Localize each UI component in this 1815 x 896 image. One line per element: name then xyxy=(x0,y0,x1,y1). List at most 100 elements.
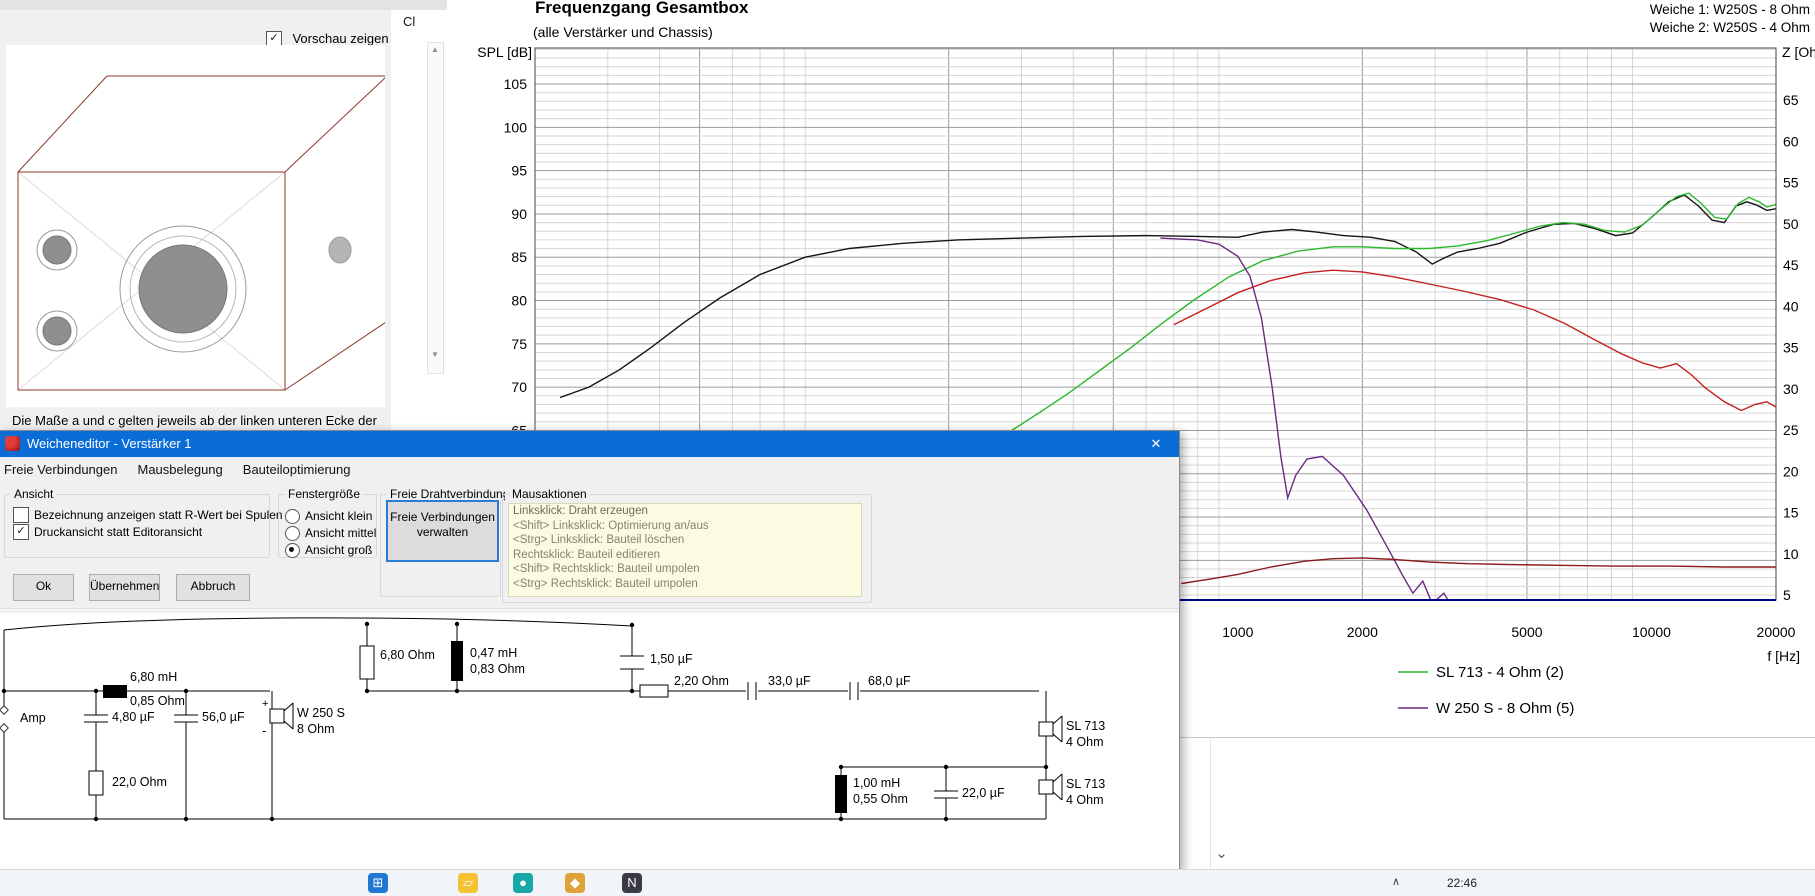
checkbox-label: Druckansicht statt Editoransicht xyxy=(34,525,202,539)
taskbar-icon-app-teal[interactable]: ● xyxy=(513,873,533,893)
y-left-tick: 105 xyxy=(504,76,528,92)
checkbox-box[interactable] xyxy=(13,507,29,523)
legend-entry: W 250 S - 8 Ohm (5) xyxy=(1436,700,1574,717)
background-panel-bottom-right: ⌄ xyxy=(1178,737,1815,870)
schematic-component-SPK1[interactable]: +-W 250 S8 Ohm xyxy=(262,698,345,738)
radio-button[interactable] xyxy=(285,526,300,541)
schematic-component-C2[interactable]: 56,0 µF xyxy=(174,710,245,724)
checkbox-row-1[interactable]: ✓ Druckansicht statt Editoransicht xyxy=(13,524,263,540)
radio-row-1[interactable]: Ansicht mittel xyxy=(285,526,375,542)
checkbox-box[interactable]: ✓ xyxy=(13,524,29,540)
radio-row-2[interactable]: Ansicht groß xyxy=(285,543,375,559)
taskbar: ⊞ ▱ ● ◆ N ∧ 22:46 xyxy=(0,869,1815,896)
component-value-label: 2,20 Ohm xyxy=(674,674,729,688)
chart-weiche1-note: Weiche 1: W250S - 8 Ohm xyxy=(1650,2,1810,17)
freie-verbindungen-verwalten-button[interactable]: Freie Verbindungenverwalten xyxy=(386,500,499,562)
schematic-component-L3[interactable]: 1,00 mH0,55 Ohm xyxy=(835,775,908,813)
y-right-tick: 35 xyxy=(1783,340,1799,356)
schematic-component-C3[interactable]: 1,50 µF xyxy=(620,652,693,669)
schematic-component-R2[interactable]: 6,80 Ohm xyxy=(360,646,435,679)
dialog-titlebar[interactable]: Weicheneditor - Verstärker 1 ✕ xyxy=(0,431,1179,457)
x-tick: 10000 xyxy=(1632,624,1671,640)
y-right-tick: 65 xyxy=(1783,92,1799,108)
schematic-component-C6[interactable]: 22,0 µF xyxy=(934,786,1005,800)
group-ansicht-label: Ansicht xyxy=(11,487,56,501)
button-bernehmen[interactable]: Übernehmen xyxy=(89,574,160,601)
component-value-label: 1,50 µF xyxy=(650,652,693,666)
y-left-tick: 90 xyxy=(511,206,527,222)
component-value-label: 4 Ohm xyxy=(1066,735,1104,749)
polarity-minus: - xyxy=(262,723,266,738)
crossover-schematic: Amp 6,80 mH0,85 Ohm 4,80 µF 22,0 Ohm 56,0 µF… xyxy=(0,613,1179,870)
schematic-component-R3[interactable]: 2,20 Ohm xyxy=(640,674,729,697)
scroll-down-icon[interactable]: ▼ xyxy=(431,351,439,359)
group-fenstergroesse: Fenstergröße Ansicht kleinAnsicht mittel… xyxy=(278,494,377,558)
radio-row-0[interactable]: Ansicht klein xyxy=(285,509,375,525)
weicheneditor-app-icon xyxy=(5,436,20,451)
group-drahtverbindungen-label: Freie Drahtverbindunge xyxy=(387,487,505,501)
scroll-up-icon[interactable]: ▲ xyxy=(431,46,439,54)
y-right-tick: 15 xyxy=(1783,505,1799,521)
menu-item-mausbelegung[interactable]: Mausbelegung xyxy=(135,457,224,482)
taskbar-clock[interactable]: 22:46 xyxy=(1447,876,1477,890)
y-left-tick: 85 xyxy=(511,249,527,265)
button-abbruch[interactable]: Abbruch xyxy=(176,574,250,601)
component-value-label: 4,80 µF xyxy=(112,710,155,724)
tray-chevron-icon[interactable]: ∧ xyxy=(1392,875,1400,888)
component-value-label: 68,0 µF xyxy=(868,674,911,688)
schematic-component-SPK2[interactable]: SL 713 4 Ohm xyxy=(1039,716,1105,749)
x-tick: 2000 xyxy=(1347,624,1378,640)
radio-label: Ansicht groß xyxy=(305,543,372,557)
curve-gesamtbox-spl xyxy=(560,195,1776,398)
y-left-tick: 95 xyxy=(511,163,527,179)
component-value-label: 0,85 Ohm xyxy=(130,694,185,708)
weicheneditor-dialog: Weicheneditor - Verstärker 1 ✕ Freie Ver… xyxy=(0,430,1180,871)
y-left-tick: 100 xyxy=(504,119,528,135)
mausaktion-line-2: <Strg> Linksklick: Bauteil löschen xyxy=(509,533,861,548)
crossover-schematic-area: Amp 6,80 mH0,85 Ohm 4,80 µF 22,0 Ohm 56,0 µF… xyxy=(0,613,1179,870)
chevron-down-icon[interactable]: ⌄ xyxy=(1211,842,1232,866)
y-left-tick: 75 xyxy=(511,336,527,352)
background-window-scrollbar[interactable]: ▲ ▼ xyxy=(427,42,444,374)
component-value-label: SL 713 xyxy=(1066,719,1105,733)
mausaktion-line-5: <Strg> Rechtsklick: Bauteil umpolen xyxy=(509,577,861,592)
curve-w250s-spl xyxy=(1160,238,1504,681)
button-ok[interactable]: Ok xyxy=(13,574,74,601)
group-fenstergroesse-label: Fenstergröße xyxy=(285,487,363,501)
component-value-label: 6,80 Ohm xyxy=(380,648,435,662)
y-left-tick: 80 xyxy=(511,293,527,309)
x-tick: 5000 xyxy=(1511,624,1542,640)
y-right-tick: 25 xyxy=(1783,422,1799,438)
mausaktion-line-0: Linksklick: Draht erzeugen xyxy=(509,504,861,519)
radio-button[interactable] xyxy=(285,543,300,558)
close-icon[interactable]: ✕ xyxy=(1133,431,1179,457)
component-value-label: 22,0 Ohm xyxy=(112,775,167,789)
y-right-tick: 45 xyxy=(1783,257,1799,273)
schematic-component-R1[interactable]: 22,0 Ohm xyxy=(89,771,167,795)
menu-item-freie-verbindungen[interactable]: Freie Verbindungen xyxy=(2,457,119,482)
y-right-tick: 20 xyxy=(1783,463,1799,479)
y-right-tick: 60 xyxy=(1783,133,1799,149)
checkbox-row-0[interactable]: Bezeichnung anzeigen statt R-Wert bei Sp… xyxy=(13,507,263,523)
box-preview-canvas xyxy=(6,45,385,407)
speaker-box-drawing xyxy=(6,45,385,407)
radio-label: Ansicht mittel xyxy=(305,526,376,540)
taskbar-icon-folder[interactable]: ▱ xyxy=(458,873,478,893)
menu-item-bauteiloptimierung[interactable]: Bauteiloptimierung xyxy=(241,457,353,482)
schematic-component-L1[interactable]: 6,80 mH0,85 Ohm xyxy=(103,670,185,708)
component-value-label: SL 713 xyxy=(1066,777,1105,791)
component-value-label: 8 Ohm xyxy=(297,722,335,736)
schematic-component-C1[interactable]: 4,80 µF xyxy=(84,710,155,724)
amp-label: Amp xyxy=(20,711,46,725)
y-right-tick: 5 xyxy=(1783,587,1791,603)
radio-button[interactable] xyxy=(285,509,300,524)
schematic-component-C4[interactable]: 33,0 µF xyxy=(746,674,811,700)
schematic-component-C5[interactable]: 68,0 µF xyxy=(848,674,911,700)
x-axis-label: f [Hz] xyxy=(1767,648,1800,664)
taskbar-icon-windows[interactable]: ⊞ xyxy=(368,873,388,893)
driver-cutouts xyxy=(37,226,351,352)
taskbar-icon-app-yellow[interactable]: ◆ xyxy=(565,873,585,893)
schematic-component-L2[interactable]: 0,47 mH0,83 Ohm xyxy=(451,641,525,681)
taskbar-icon-app-dark[interactable]: N xyxy=(622,873,642,893)
schematic-component-SPK3[interactable]: SL 7134 Ohm xyxy=(1039,774,1105,807)
